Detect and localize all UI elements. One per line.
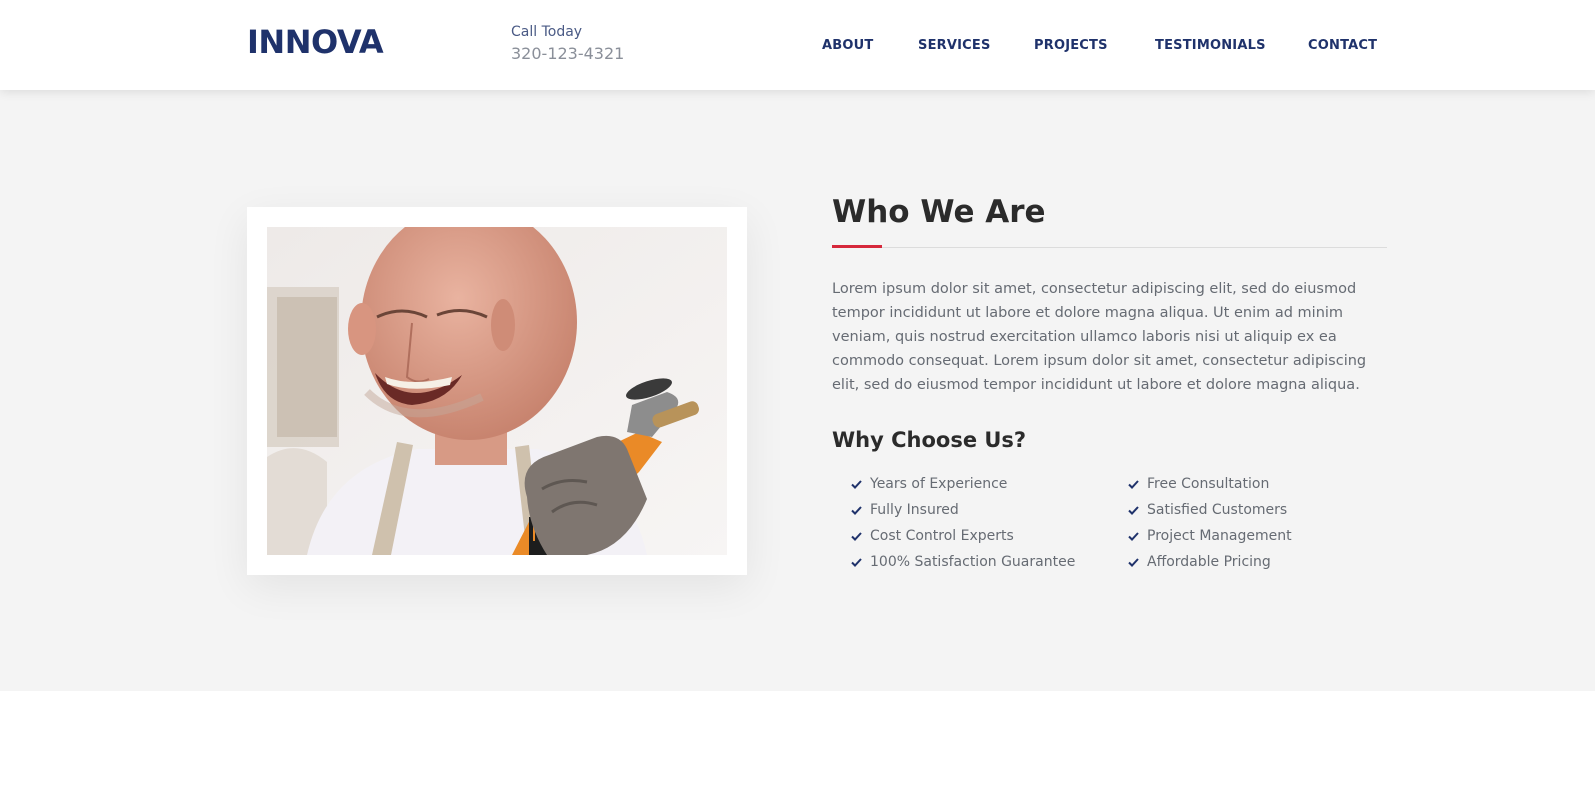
check-icon (1128, 505, 1147, 515)
check-icon (1128, 531, 1147, 541)
about-paragraph: Lorem ipsum dolor sit amet, consectetur … (832, 281, 1367, 393)
list-item-label: Free Consultation (1147, 476, 1270, 492)
why-list-left: Years of Experience Fully Insured Cost C… (851, 471, 1131, 575)
list-item: Years of Experience (851, 471, 1131, 497)
site-header: INNOVA Call Today 320-123-4321 ABOUT SER… (0, 0, 1595, 90)
list-item: Cost Control Experts (851, 523, 1131, 549)
check-icon (851, 531, 870, 541)
check-icon (851, 505, 870, 515)
list-item-label: Affordable Pricing (1147, 554, 1271, 570)
worker-with-grinder-image (267, 227, 727, 555)
who-we-are-section: Who We Are Lorem ipsum dolor sit amet, c… (0, 90, 1595, 691)
check-icon (1128, 479, 1147, 489)
who-we-are-heading: Who We Are (832, 194, 1046, 230)
list-item: Free Consultation (1128, 471, 1408, 497)
photo-frame (247, 207, 747, 575)
list-item: Satisfied Customers (1128, 497, 1408, 523)
nav-testimonials[interactable]: TESTIMONIALS (1155, 38, 1266, 53)
list-item-label: Satisfied Customers (1147, 502, 1288, 518)
main-nav: ABOUT SERVICES PROJECTS TESTIMONIALS CON… (0, 38, 1595, 58)
check-icon (1128, 557, 1147, 567)
list-item-label: Project Management (1147, 528, 1292, 544)
worker-photo (267, 227, 727, 555)
check-icon (851, 557, 870, 567)
list-item: Project Management (1128, 523, 1408, 549)
list-item-label: Fully Insured (870, 502, 959, 518)
list-item: Affordable Pricing (1128, 549, 1408, 575)
nav-projects[interactable]: PROJECTS (1034, 38, 1108, 53)
why-list-right: Free Consultation Satisfied Customers Pr… (1128, 471, 1408, 575)
check-icon (851, 479, 870, 489)
heading-accent-bar (832, 245, 882, 248)
list-item: Fully Insured (851, 497, 1131, 523)
nav-contact[interactable]: CONTACT (1308, 38, 1377, 53)
nav-services[interactable]: SERVICES (918, 38, 991, 53)
nav-about[interactable]: ABOUT (822, 38, 873, 53)
why-choose-us-heading: Why Choose Us? (832, 428, 1027, 452)
list-item-label: 100% Satisfaction Guarantee (870, 554, 1076, 570)
heading-divider (832, 247, 1387, 248)
list-item: 100% Satisfaction Guarantee (851, 549, 1131, 575)
list-item-label: Cost Control Experts (870, 528, 1014, 544)
list-item-label: Years of Experience (870, 476, 1008, 492)
